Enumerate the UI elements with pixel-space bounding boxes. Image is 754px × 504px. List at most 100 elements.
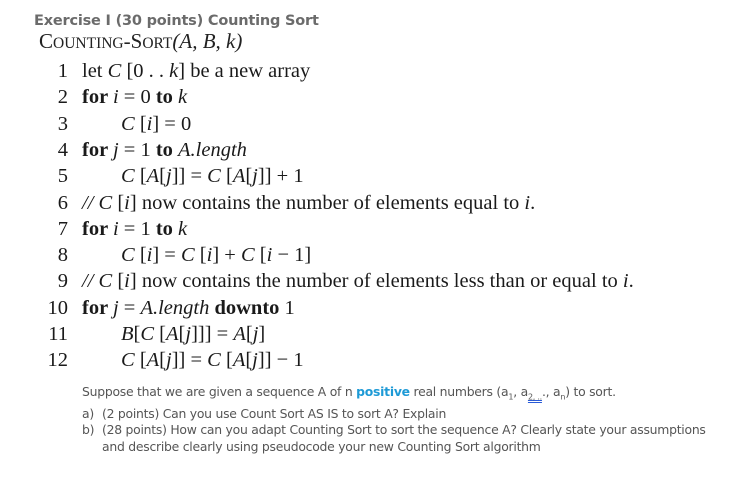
code-token: [: [154, 323, 166, 345]
code-token: C: [121, 112, 135, 135]
algo-name-ounting: OUNTING: [53, 35, 124, 52]
code-token: //: [82, 270, 99, 293]
code-token: [: [159, 165, 166, 188]
code-token: A: [146, 349, 160, 372]
code-token: C: [121, 165, 135, 188]
sep-1: , a: [513, 384, 528, 399]
code-statement: // C [i] now contains the number of elem…: [82, 270, 634, 293]
line-number: 10: [47, 296, 69, 319]
code-token: A: [146, 165, 160, 188]
keyword: to: [155, 86, 179, 109]
code-token: A: [232, 349, 246, 372]
code-token: [: [220, 165, 233, 188]
code-token: ]] + 1: [257, 165, 304, 188]
code-token: [: [134, 165, 147, 188]
code-statement: C [A[j]] = C [A[j]] + 1: [121, 165, 304, 188]
code-token: C: [240, 244, 255, 267]
question-block: Suppose that we are given a sequence A o…: [82, 384, 722, 455]
question-intro: Suppose that we are given a sequence A o…: [82, 384, 722, 406]
code-token: ]: [258, 323, 266, 345]
keyword: for: [82, 86, 113, 109]
question-item-b-label: b): [82, 422, 95, 438]
algo-name-s: S: [130, 29, 143, 53]
code-token: C: [207, 165, 221, 188]
code-token: = 0: [118, 86, 156, 109]
line-number: 4: [57, 138, 68, 161]
algorithm-title: COUNTING-SORT(A, B, k): [39, 29, 242, 54]
code-token: A: [232, 165, 246, 188]
code-token: C: [98, 270, 113, 293]
line-number: 6: [57, 191, 68, 214]
code-statement: C [A[j]] = C [A[j]] − 1: [121, 349, 304, 372]
code-statement: // C [i] now contains the number of elem…: [82, 192, 535, 215]
keyword: to: [155, 138, 179, 161]
code-statement: for j = A.length downto 1: [82, 297, 295, 320]
intro-text-2: real numbers (a: [409, 384, 509, 399]
code-statement: for i = 0 to k: [82, 86, 187, 109]
question-item-b-text: (28 points) How can you adapt Counting S…: [102, 422, 706, 454]
line-number: 7: [57, 217, 68, 240]
code-token: [: [112, 270, 125, 293]
code-token: A: [166, 323, 179, 345]
code-statement: let C [0 . . k] be a new array: [82, 60, 310, 83]
intro-end: ) to sort.: [565, 384, 616, 399]
code-token: C: [180, 244, 195, 267]
keyword: for: [82, 296, 113, 319]
code-token: ] = 0: [152, 112, 192, 135]
line-number: 9: [57, 270, 68, 293]
code-token: ]]] =: [191, 323, 234, 345]
keyword: for: [82, 138, 113, 161]
code-token: A: [233, 323, 246, 345]
code-statement: for j = 1 to A.length: [82, 139, 247, 162]
code-token: [0 . .: [121, 60, 170, 82]
code-token: C: [207, 349, 221, 372]
positive-highlight: positive: [356, 384, 410, 399]
question-item-a-text: (2 points) Can you use Count Sort AS IS …: [102, 405, 447, 421]
subscript-2: 2, ..: [527, 392, 542, 402]
code-token: − 1]: [272, 244, 312, 267]
code-token: ] now contains the number of elements le…: [129, 270, 623, 293]
code-statement: for i = 1 to k: [82, 218, 187, 241]
question-item-a: a) (2 points) Can you use Count Sort AS …: [82, 406, 722, 423]
code-token: C: [121, 349, 135, 372]
code-token: A.length: [140, 296, 210, 319]
code-token: [: [134, 112, 147, 135]
code-token: [: [194, 244, 207, 267]
line-number: 2: [57, 86, 68, 109]
code-token: C: [121, 244, 135, 267]
code-statement: B[C [A[j]]] = A[j]: [121, 323, 265, 346]
line-number: 12: [47, 349, 69, 372]
line-number: 1: [57, 60, 68, 82]
code-statement: C [i] = C [i] + C [i − 1]: [121, 244, 311, 267]
question-item-b: b) (28 points) How can you adapt Countin…: [82, 422, 722, 455]
code-token: [: [134, 349, 147, 372]
code-token: [: [245, 323, 253, 345]
code-token: =: [118, 296, 141, 319]
question-item-a-label: a): [82, 405, 94, 421]
code-token: [: [159, 349, 166, 372]
algo-name-ort: ORT: [142, 35, 173, 52]
code-token: = 1: [118, 217, 156, 240]
sep-2: ., a: [541, 384, 561, 399]
line-number: 8: [57, 244, 68, 267]
code-token: 1: [284, 296, 295, 319]
line-number: 3: [57, 112, 68, 135]
code-token: .: [530, 191, 536, 214]
intro-text: Suppose that we are given a sequence A o…: [82, 384, 357, 399]
algo-name-c: C: [39, 29, 54, 53]
code-token: let: [82, 60, 108, 82]
code-token: [: [112, 191, 125, 214]
code-token: ] be a new array: [178, 60, 311, 82]
code-token: k: [178, 217, 188, 240]
keyword: for: [82, 217, 113, 240]
code-token: ] =: [152, 244, 181, 267]
keyword: downto: [209, 296, 285, 319]
code-token: A.length: [178, 138, 247, 161]
code-token: k: [178, 86, 188, 109]
exercise-title: Exercise I (30 points) Counting Sort: [34, 13, 319, 29]
code-token: ]] =: [171, 349, 208, 372]
code-token: ] now contains the number of elements eq…: [129, 191, 525, 214]
line-number: 11: [48, 323, 68, 345]
code-token: C: [140, 323, 155, 345]
code-token: = 1: [118, 138, 156, 161]
